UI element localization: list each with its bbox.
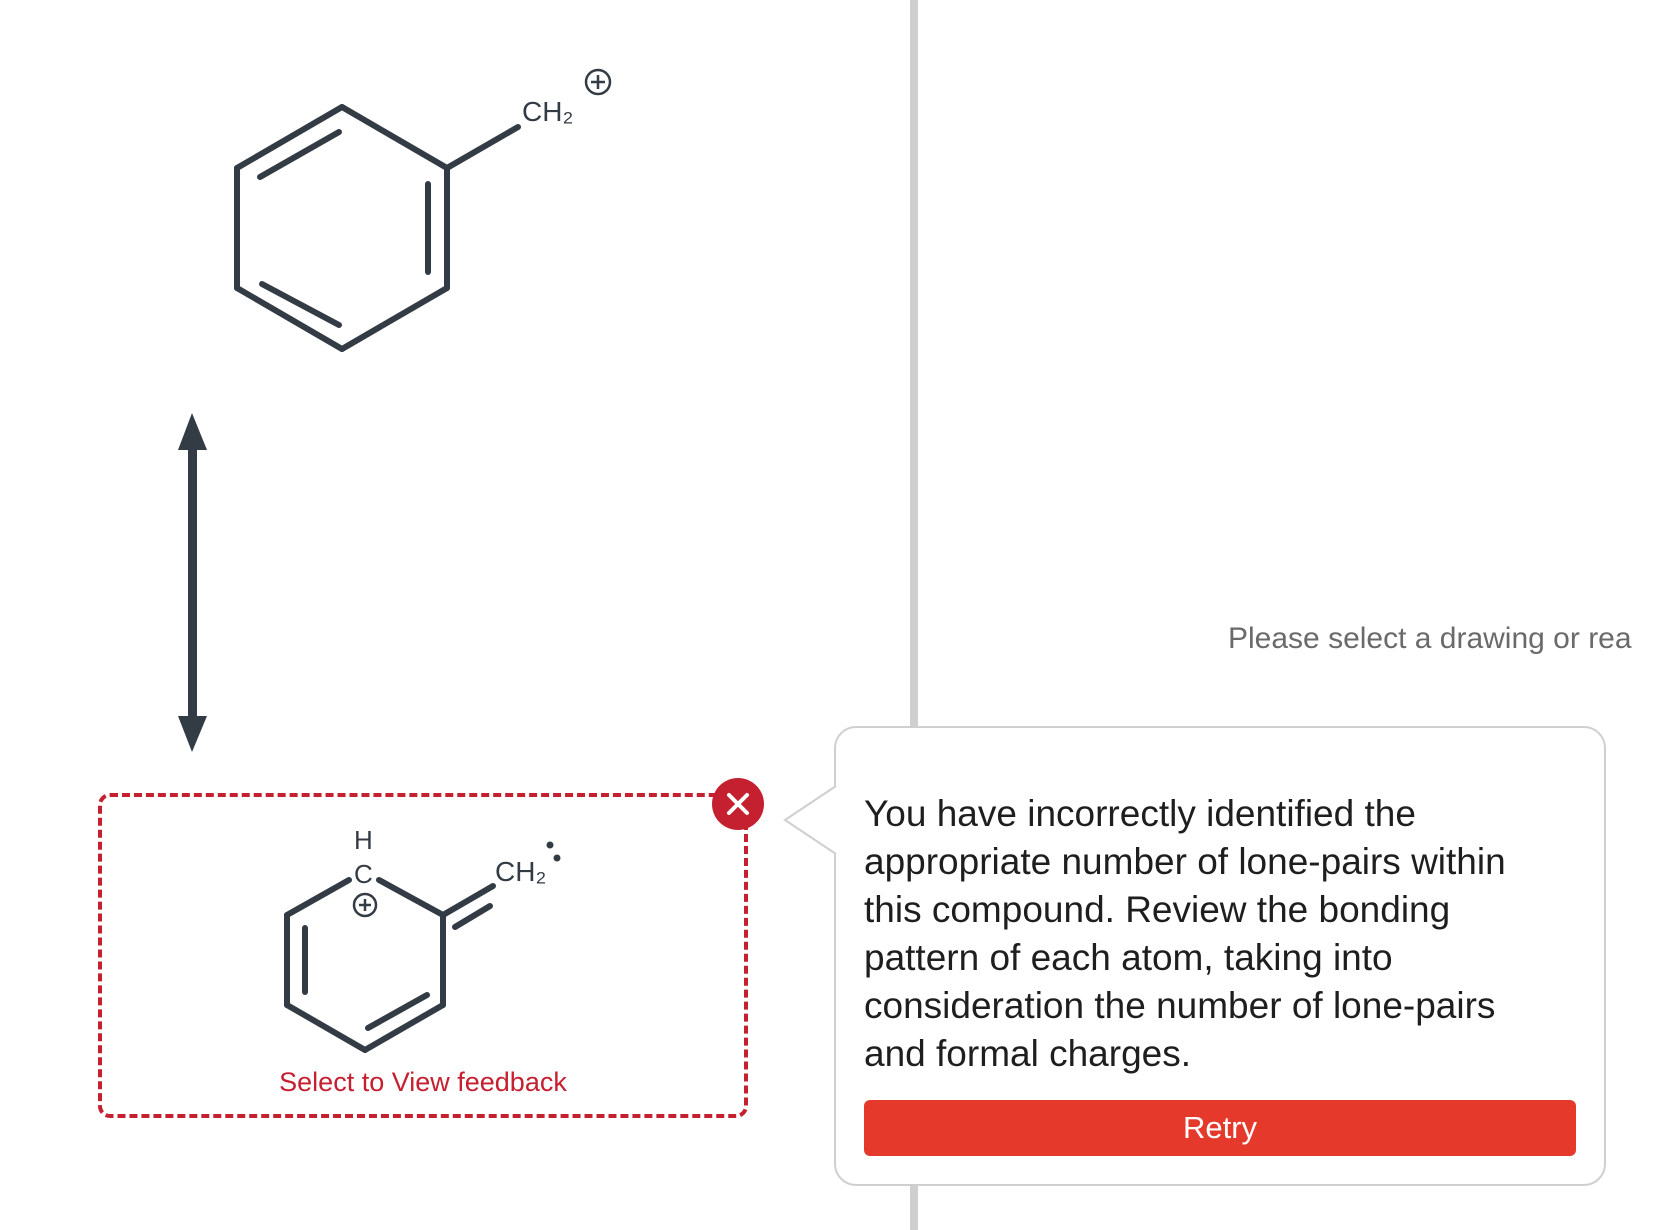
- top-ring-bond: [339, 285, 450, 352]
- resonance-arrow-icon: [178, 413, 207, 752]
- feedback-popover: You have incorrectly identified the appr…: [834, 726, 1606, 1186]
- close-x-icon[interactable]: [712, 778, 764, 830]
- empty-selection-hint: Please select a drawing or rea: [1228, 622, 1632, 655]
- top-structure[interactable]: [234, 104, 521, 352]
- selected-structure-box[interactable]: Select to View feedback: [98, 793, 748, 1118]
- top-ring-inner-bond: [257, 129, 342, 180]
- resonance-arrow-head-up: [178, 413, 207, 450]
- resonance-arrow-shaft: [188, 438, 197, 720]
- view-feedback-link[interactable]: Select to View feedback: [102, 1067, 744, 1098]
- feedback-message: You have incorrectly identified the appr…: [864, 793, 1506, 1074]
- top-ring-inner-bond: [259, 281, 342, 328]
- top-ch2-label: CH₂: [522, 96, 573, 127]
- popover-pointer: [783, 785, 837, 855]
- top-ring-bond: [339, 104, 450, 171]
- resonance-arrow-head-down: [178, 716, 207, 752]
- drawing-canvas: CH₂ H C CH₂ Select to View feedback Plea…: [0, 0, 1662, 1230]
- top-substituent-bond: [444, 124, 521, 171]
- retry-button[interactable]: Retry: [864, 1100, 1576, 1156]
